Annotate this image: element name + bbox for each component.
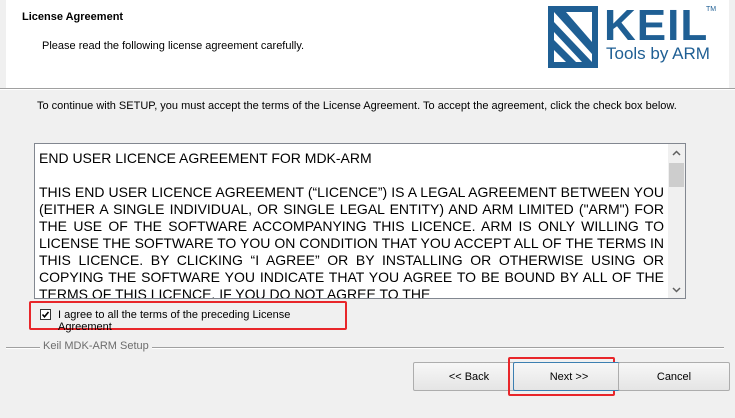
- license-heading: END USER LICENCE AGREEMENT FOR MDK-ARM: [39, 150, 372, 166]
- vertical-scrollbar[interactable]: [668, 144, 685, 298]
- keil-logo: KEIL TM Tools by ARM: [548, 1, 717, 68]
- page-subtitle: Please read the following license agreem…: [42, 40, 305, 52]
- trademark-mark: TM: [706, 6, 717, 13]
- header-left-edge: [0, 0, 6, 88]
- header-right-edge: [729, 0, 735, 88]
- instructions-text: To continue with SETUP, you must accept …: [37, 100, 677, 112]
- page-title: License Agreement: [22, 11, 124, 23]
- header-panel: License Agreement Please read the follow…: [0, 0, 735, 88]
- checkmark-icon: [41, 311, 50, 319]
- agree-checkbox[interactable]: [40, 309, 51, 320]
- agree-checkbox-label[interactable]: I agree to all the terms of the precedin…: [58, 309, 345, 333]
- scroll-thumb[interactable]: [669, 163, 684, 187]
- next-button[interactable]: Next >>: [513, 362, 625, 391]
- chevron-down-icon: [672, 286, 681, 293]
- keil-tagline: Tools by ARM: [606, 44, 710, 63]
- cancel-button[interactable]: Cancel: [618, 362, 730, 391]
- header-divider: [0, 88, 735, 90]
- license-text-area[interactable]: END USER LICENCE AGREEMENT FOR MDK-ARM T…: [34, 143, 686, 299]
- agree-checkbox-highlight: I agree to all the terms of the precedin…: [29, 301, 347, 333]
- keil-logo-mark-icon: [548, 6, 598, 68]
- license-content: END USER LICENCE AGREEMENT FOR MDK-ARM T…: [39, 150, 664, 299]
- footer-group-label: Keil MDK-ARM Setup: [40, 340, 152, 352]
- scroll-up-button[interactable]: [668, 144, 685, 161]
- license-body: THIS END USER LICENCE AGREEMENT (“LICENC…: [39, 184, 664, 299]
- scroll-down-button[interactable]: [668, 281, 685, 298]
- chevron-up-icon: [672, 149, 681, 156]
